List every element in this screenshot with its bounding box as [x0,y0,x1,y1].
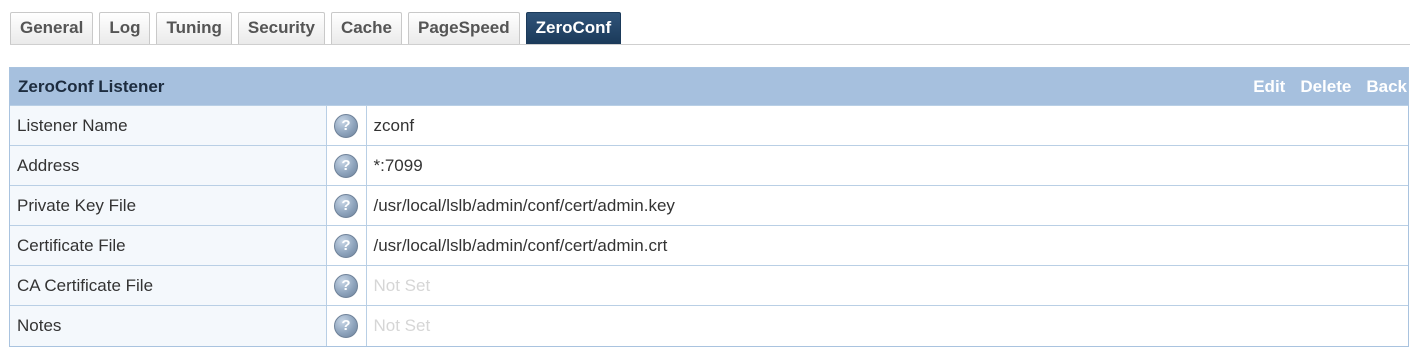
zeroconf-listener-panel: ZeroConf Listener Edit Delete Back Liste… [9,67,1409,347]
row-label: Notes [10,305,327,346]
table-row: Address ? *:7099 [10,145,1408,186]
tab-log[interactable]: Log [99,12,151,44]
row-value-not-set: Not Set [366,265,1408,306]
tab-tuning[interactable]: Tuning [156,12,232,44]
row-value: zconf [366,105,1408,146]
row-label: Listener Name [10,105,327,146]
row-value-not-set: Not Set [366,305,1408,346]
delete-button[interactable]: Delete [1300,77,1351,97]
table-row: CA Certificate File ? Not Set [10,265,1408,306]
help-icon[interactable]: ? [334,233,358,258]
panel-actions: Edit Delete Back [1253,77,1408,97]
help-icon[interactable]: ? [334,313,358,338]
tab-pagespeed[interactable]: PageSpeed [407,12,520,44]
help-icon[interactable]: ? [334,193,358,218]
help-icon[interactable]: ? [334,273,358,298]
row-value: /usr/local/lslb/admin/conf/cert/admin.cr… [366,225,1408,266]
row-label: Private Key File [10,185,327,226]
listener-settings-table: Listener Name ? zconf Address ? *:7099 P… [10,105,1408,346]
tab-bar: General Log Tuning Security Cache PageSp… [10,10,1410,45]
tab-zeroconf[interactable]: ZeroConf [525,12,622,44]
row-value: *:7099 [366,145,1408,186]
row-value: /usr/local/lslb/admin/conf/cert/admin.ke… [366,185,1408,226]
table-row: Private Key File ? /usr/local/lslb/admin… [10,185,1408,226]
table-row: Certificate File ? /usr/local/lslb/admin… [10,225,1408,266]
edit-button[interactable]: Edit [1253,77,1285,97]
row-label: CA Certificate File [10,265,327,306]
row-label: Certificate File [10,225,327,266]
tab-cache[interactable]: Cache [330,12,402,44]
panel-title: ZeroConf Listener [18,76,165,96]
table-row: Listener Name ? zconf [10,105,1408,146]
tab-general[interactable]: General [10,12,94,44]
table-row: Notes ? Not Set [10,305,1408,346]
help-icon[interactable]: ? [334,113,358,138]
help-icon[interactable]: ? [334,153,358,178]
tab-security[interactable]: Security [237,12,325,44]
panel-header: ZeroConf Listener Edit Delete Back [10,68,1408,105]
back-button[interactable]: Back [1366,77,1407,97]
row-label: Address [10,145,327,186]
